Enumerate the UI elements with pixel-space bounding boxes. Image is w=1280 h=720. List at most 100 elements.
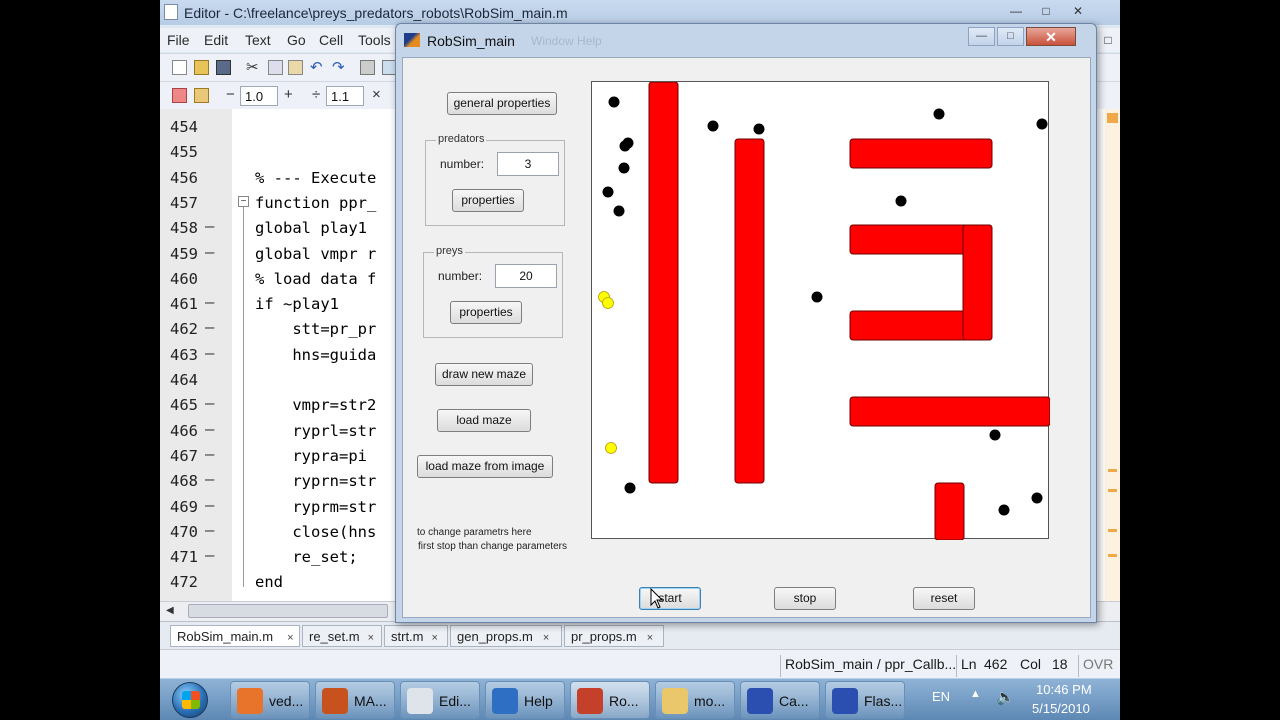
- taskbar-matlab-button[interactable]: MA...: [315, 681, 395, 719]
- minimize-icon[interactable]: —: [1003, 1, 1029, 21]
- code-text: close(hns: [255, 522, 377, 541]
- maximize-icon[interactable]: □: [1033, 1, 1059, 21]
- menu-cell[interactable]: Cell: [319, 32, 343, 48]
- tab-pr-props[interactable]: pr_props.m ×: [564, 625, 664, 647]
- tab-robsim-main[interactable]: RobSim_main.m ×: [170, 625, 300, 647]
- status-mode: OVR: [1078, 655, 1117, 677]
- load-maze-button[interactable]: load maze: [437, 409, 531, 432]
- cell-value-input-2[interactable]: 1.1: [326, 86, 364, 106]
- load-maze-from-image-button[interactable]: load maze from image: [417, 455, 553, 478]
- fold-line: [243, 207, 244, 587]
- robsim-title: RobSim_main: [427, 33, 515, 49]
- cut-icon[interactable]: ✂: [246, 58, 259, 76]
- close-tab-icon[interactable]: ×: [287, 632, 293, 644]
- code-text: end: [255, 573, 283, 592]
- close-icon[interactable]: ✕: [1065, 1, 1091, 21]
- preys-legend: preys: [434, 245, 465, 257]
- breakpoint-marker[interactable]: —: [205, 470, 214, 488]
- increment-icon[interactable]: +: [284, 86, 293, 103]
- undock-icon[interactable]: □: [1095, 30, 1120, 50]
- breakpoint-marker[interactable]: —: [205, 394, 214, 412]
- new-file-icon[interactable]: [172, 60, 187, 75]
- stop-button[interactable]: stop: [774, 587, 836, 610]
- code-text: stt=pr_pr: [255, 320, 377, 339]
- robsim-title-bar: RobSim_main Window Help — □ ✕: [396, 24, 1096, 56]
- open-folder-icon[interactable]: [194, 60, 209, 75]
- volume-icon[interactable]: 🔈: [996, 688, 1015, 706]
- scroll-thumb[interactable]: [188, 604, 388, 618]
- breakpoint-marker[interactable]: —: [205, 318, 214, 336]
- breakpoint-marker[interactable]: —: [205, 217, 214, 235]
- scroll-left-icon[interactable]: ◀: [166, 605, 174, 616]
- tab-re-set[interactable]: re_set.m ×: [302, 625, 382, 647]
- taskbar-firefox-button[interactable]: ved...: [230, 681, 310, 719]
- print-icon[interactable]: [360, 60, 375, 75]
- show-hidden-icons-icon[interactable]: ▲: [970, 688, 981, 700]
- close-tab-icon[interactable]: ×: [543, 632, 549, 644]
- close-tab-icon[interactable]: ×: [647, 632, 653, 644]
- taskbar-robsim-button[interactable]: Ro...: [570, 681, 650, 719]
- tab-gen-props[interactable]: gen_props.m ×: [450, 625, 562, 647]
- preys-number-field[interactable]: 20: [495, 264, 557, 288]
- eval-cell-icon[interactable]: [194, 88, 209, 103]
- breakpoint-marker[interactable]: —: [205, 420, 214, 438]
- menu-file[interactable]: File: [167, 32, 190, 48]
- menu-edit[interactable]: Edit: [204, 32, 228, 48]
- insert-cell-icon[interactable]: [172, 88, 187, 103]
- draw-new-maze-button[interactable]: draw new maze: [435, 363, 533, 386]
- breakpoint-marker[interactable]: —: [205, 496, 214, 514]
- line-number: 472: [170, 573, 198, 592]
- taskbar-editor-button[interactable]: Edi...: [400, 681, 480, 719]
- line-number: 461: [170, 295, 198, 314]
- taskbar-folder-button[interactable]: mo...: [655, 681, 735, 719]
- reset-button[interactable]: reset: [913, 587, 975, 610]
- minimize-icon[interactable]: —: [968, 27, 995, 46]
- language-indicator[interactable]: EN: [932, 689, 950, 704]
- paste-icon[interactable]: [288, 60, 303, 75]
- menu-tools[interactable]: Tools: [358, 32, 391, 48]
- save-icon[interactable]: [216, 60, 231, 75]
- taskbar-help-button[interactable]: Help: [485, 681, 565, 719]
- tab-strt[interactable]: strt.m ×: [384, 625, 448, 647]
- predators-properties-button[interactable]: properties: [452, 189, 524, 212]
- redo-icon[interactable]: ↷: [332, 58, 345, 76]
- taskbar-label: Edi...: [439, 693, 471, 709]
- copy-icon[interactable]: [268, 60, 283, 75]
- decrement-icon[interactable]: −: [226, 86, 235, 103]
- breakpoint-marker[interactable]: —: [205, 243, 214, 261]
- start-button[interactable]: start: [639, 587, 701, 610]
- general-properties-button[interactable]: general properties: [447, 92, 557, 115]
- menu-go[interactable]: Go: [287, 32, 306, 48]
- editor-right-gutter: [1105, 109, 1120, 601]
- close-tab-icon[interactable]: ×: [368, 632, 374, 644]
- breakpoint-marker[interactable]: —: [205, 546, 214, 564]
- line-number: 457: [170, 193, 198, 212]
- breakpoint-marker[interactable]: —: [205, 293, 214, 311]
- start-orb-icon[interactable]: [172, 682, 208, 718]
- multiply-icon[interactable]: ×: [372, 86, 381, 103]
- clock-date[interactable]: 5/15/2010: [1032, 701, 1090, 716]
- menu-text[interactable]: Text: [245, 32, 271, 48]
- maze-wall: [934, 482, 965, 540]
- predator-robot: [1036, 118, 1048, 130]
- maximize-icon[interactable]: □: [997, 27, 1024, 46]
- maze-wall: [849, 396, 1050, 427]
- maze-plot[interactable]: [591, 81, 1050, 540]
- breakpoint-marker[interactable]: —: [205, 344, 214, 362]
- preys-properties-button[interactable]: properties: [450, 301, 522, 324]
- divide-icon[interactable]: ÷: [312, 86, 320, 103]
- close-tab-icon[interactable]: ×: [432, 632, 438, 644]
- close-icon[interactable]: ✕: [1026, 27, 1076, 46]
- predators-number-field[interactable]: 3: [497, 152, 559, 176]
- clock-time[interactable]: 10:46 PM: [1036, 682, 1092, 697]
- undo-icon[interactable]: ↶: [310, 58, 323, 76]
- breakpoint-marker[interactable]: —: [205, 445, 214, 463]
- fold-toggle-icon[interactable]: −: [238, 196, 249, 207]
- taskbar-camtasia-button[interactable]: Ca...: [740, 681, 820, 719]
- breakpoint-marker[interactable]: —: [205, 521, 214, 539]
- taskbar-flash-button[interactable]: Flas...: [825, 681, 905, 719]
- code-text: hns=guida: [255, 345, 377, 364]
- prey-robot: [605, 442, 617, 454]
- robsim-faded-menu: Window Help: [531, 34, 602, 48]
- cell-value-input-1[interactable]: 1.0: [240, 86, 278, 106]
